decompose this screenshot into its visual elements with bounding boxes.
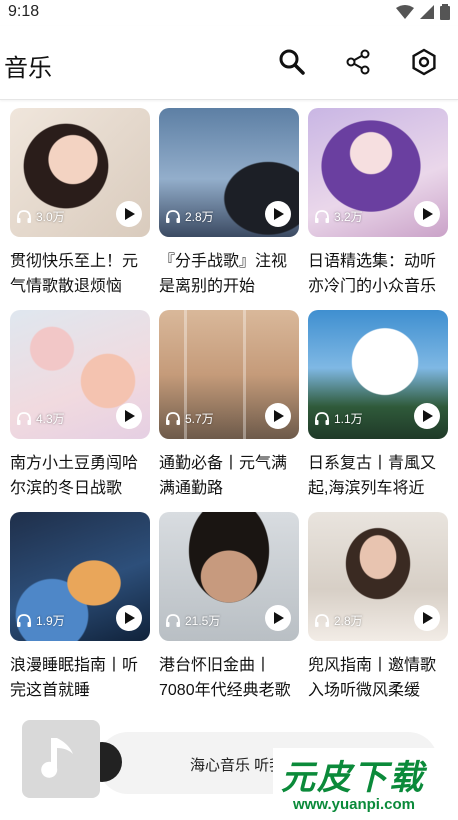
play-icon xyxy=(274,410,284,422)
play-icon xyxy=(125,612,135,624)
playlist-cover[interactable]: 3.0万 xyxy=(10,108,150,237)
search-button[interactable] xyxy=(274,44,310,80)
playlist-title[interactable]: 兜风指南丨邀情歌 入场听微风柔缓 xyxy=(308,653,456,703)
play-icon xyxy=(125,410,135,422)
watermark-url: www.yuanpi.com xyxy=(293,796,415,813)
signal-icon xyxy=(420,5,434,19)
play-button[interactable] xyxy=(414,201,440,227)
play-count-value: 4.3万 xyxy=(36,412,65,426)
search-icon xyxy=(279,49,305,75)
play-button[interactable] xyxy=(265,201,291,227)
play-count-value: 1.9万 xyxy=(36,614,65,628)
play-button[interactable] xyxy=(116,605,142,631)
settings-icon xyxy=(412,48,436,76)
playlist-title[interactable]: 通勤必备丨元气满 满通勤路 xyxy=(159,451,307,501)
playlist-cover[interactable]: 1.1万 xyxy=(308,310,448,439)
playlist-title[interactable]: 浪漫睡眠指南丨听 完这首就睡 xyxy=(10,653,158,703)
play-count-value: 21.5万 xyxy=(185,614,221,628)
watermark: 元皮下载 www.yuanpi.com xyxy=(273,748,455,818)
playlist-title[interactable]: 『分手战歌』注视 是离别的开始 xyxy=(159,249,307,299)
play-icon xyxy=(423,612,433,624)
app-bar: 音乐 xyxy=(0,26,458,100)
play-button[interactable] xyxy=(116,403,142,429)
playlist-cover[interactable]: 3.2万 xyxy=(308,108,448,237)
status-icons xyxy=(396,4,450,20)
playlist-title[interactable]: 贯彻快乐至上！元 气情歌散退烦恼 xyxy=(10,249,158,299)
play-count: 2.8万 xyxy=(314,612,363,629)
play-icon xyxy=(125,208,135,220)
wifi-icon xyxy=(396,5,414,19)
share-button[interactable] xyxy=(340,44,376,80)
play-count: 3.2万 xyxy=(314,208,363,225)
watermark-logo: 元皮下载 xyxy=(281,759,425,797)
headphones-icon xyxy=(17,613,31,627)
headphones-icon xyxy=(17,411,31,425)
status-time: 9:18 xyxy=(8,3,40,20)
playlist-cover[interactable]: 2.8万 xyxy=(159,108,299,237)
play-count-value: 3.0万 xyxy=(36,210,65,224)
play-count: 3.0万 xyxy=(16,208,65,225)
play-count-value: 3.2万 xyxy=(334,210,363,224)
headphones-icon xyxy=(17,209,31,223)
music-note-icon xyxy=(41,738,73,778)
play-count-value: 1.1万 xyxy=(334,412,363,426)
play-button[interactable] xyxy=(414,605,440,631)
play-button[interactable] xyxy=(265,605,291,631)
play-count: 4.3万 xyxy=(16,410,65,427)
status-bar: 9:18 xyxy=(0,0,458,26)
play-icon xyxy=(274,208,284,220)
headphones-icon xyxy=(315,209,329,223)
headphones-icon xyxy=(315,613,329,627)
playlist-title[interactable]: 港台怀旧金曲丨 7080年代经典老歌 xyxy=(159,653,307,703)
play-count: 1.1万 xyxy=(314,410,363,427)
headphones-icon xyxy=(166,613,180,627)
play-button[interactable] xyxy=(116,201,142,227)
play-count-value: 5.7万 xyxy=(185,412,214,426)
playlist-title[interactable]: 日语精选集：动听 亦冷门的小众音乐 xyxy=(308,249,456,299)
play-button[interactable] xyxy=(414,403,440,429)
playlist-cover[interactable]: 21.5万 xyxy=(159,512,299,641)
play-icon xyxy=(274,612,284,624)
play-button[interactable] xyxy=(265,403,291,429)
play-icon xyxy=(423,410,433,422)
settings-button[interactable] xyxy=(406,44,442,80)
album-art[interactable] xyxy=(22,720,100,798)
battery-icon xyxy=(440,4,450,20)
headphones-icon xyxy=(315,411,329,425)
play-count: 21.5万 xyxy=(165,612,220,629)
playlist-title[interactable]: 南方小土豆勇闯哈 尔滨的冬日战歌 xyxy=(10,451,158,501)
share-icon xyxy=(346,49,370,75)
playlist-cover[interactable]: 1.9万 xyxy=(10,512,150,641)
play-count: 5.7万 xyxy=(165,410,214,427)
play-count: 2.8万 xyxy=(165,208,214,225)
play-count-value: 2.8万 xyxy=(185,210,214,224)
playlist-cover[interactable]: 4.3万 xyxy=(10,310,150,439)
page-title: 音乐 xyxy=(4,55,52,82)
playlist-cover[interactable]: 2.8万 xyxy=(308,512,448,641)
headphones-icon xyxy=(166,411,180,425)
headphones-icon xyxy=(166,209,180,223)
play-count-value: 2.8万 xyxy=(334,614,363,628)
playlist-title[interactable]: 日系复古丨青風又 起,海滨列车将近 xyxy=(308,451,456,501)
playlist-cover[interactable]: 5.7万 xyxy=(159,310,299,439)
play-icon xyxy=(423,208,433,220)
play-count: 1.9万 xyxy=(16,612,65,629)
